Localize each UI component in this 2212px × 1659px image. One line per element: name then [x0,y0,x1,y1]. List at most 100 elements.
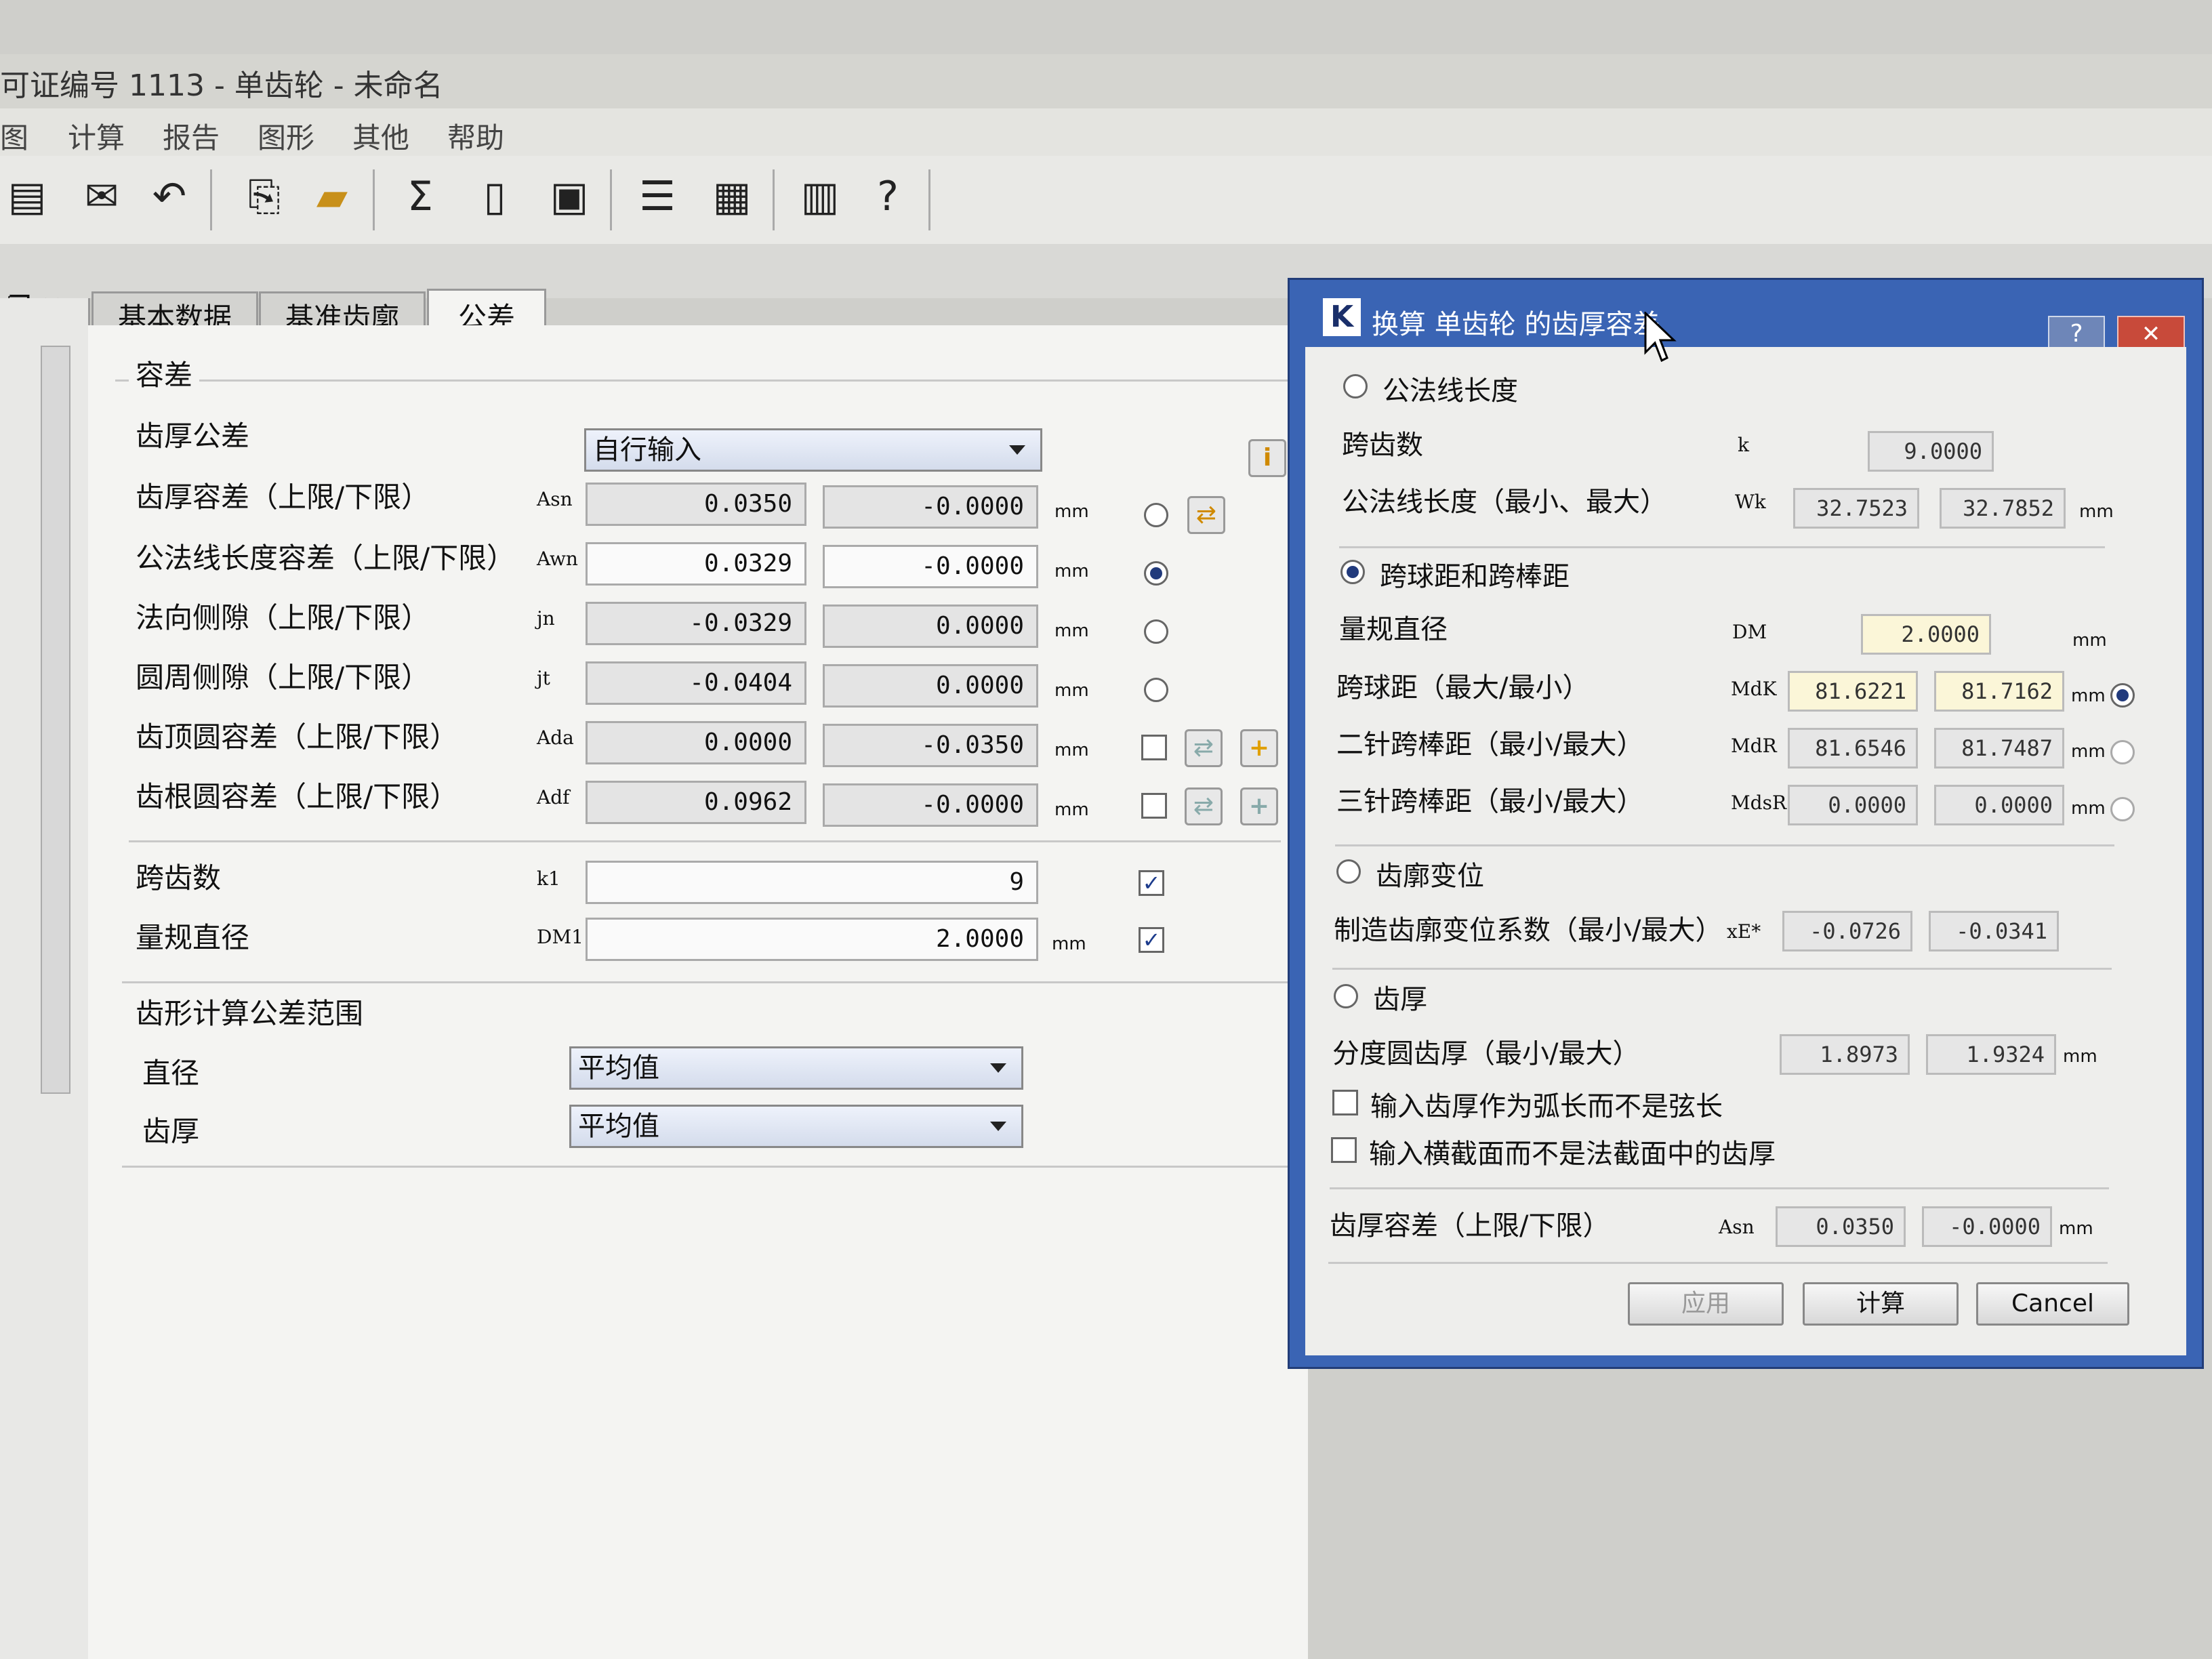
row-upper-value[interactable]: 0.0962 [586,781,806,824]
section-radio[interactable] [1334,984,1358,1008]
mdr2-min-value[interactable]: 81.6546 [1788,728,1918,769]
menu-item-help[interactable]: 帮助 [447,115,504,157]
calculator-icon[interactable]: ▦ [705,166,759,227]
section-radio[interactable] [1336,859,1361,884]
arc-length-checkbox[interactable] [1332,1090,1358,1115]
database-icon[interactable]: ☰ [630,166,684,227]
row-checkbox[interactable] [1141,793,1167,819]
left-pane-scrollbar[interactable] [41,346,70,1094]
s-max-value[interactable]: 1.9324 [1926,1034,2056,1075]
xe-min-value[interactable]: -0.0726 [1782,911,1912,951]
book-icon[interactable]: ▥ [793,166,847,227]
mdr3-radio[interactable] [2110,797,2135,821]
dm-value[interactable]: 2.0000 [1861,614,1991,655]
row-upper-value[interactable]: 0.0000 [586,721,806,764]
undo-icon[interactable]: ↶ [142,166,197,227]
row-upper-value[interactable]: 0.0329 [586,542,806,586]
cancel-button[interactable]: Cancel [1976,1282,2129,1326]
menu-item-calc[interactable]: 计算 [68,115,125,157]
span-teeth-input[interactable]: 9 [586,861,1038,904]
wk-symbol: Wk [1735,491,1766,513]
tol-upper-value[interactable]: 0.0350 [1776,1206,1906,1247]
mdr2-max-value[interactable]: 81.7487 [1934,728,2064,769]
open-folder-icon[interactable]: ▰ [305,166,359,227]
info-icon[interactable]: i [1248,439,1286,477]
plus-icon[interactable]: + [1240,729,1278,767]
help-pointer-icon[interactable]: ? [861,166,915,227]
menu-item-report[interactable]: 报告 [163,115,220,157]
ball-diameter-checkbox[interactable]: ✓ [1139,927,1164,953]
mail-icon[interactable]: ✉ [75,166,129,227]
wk-min-value[interactable]: 32.7523 [1793,488,1919,529]
divider [1335,844,2114,846]
print-preview-icon[interactable]: ▣ [542,166,596,227]
mdr3-label: 三针跨棒距（最小/最大） [1336,786,1644,817]
thickness-label: 齿厚 [142,1115,200,1148]
span-teeth-symbol: k1 [537,867,560,890]
mdr2-radio[interactable] [2110,740,2135,764]
mdr3-min-value[interactable]: 0.0000 [1788,785,1918,825]
row-upper-value[interactable]: -0.0404 [586,661,806,705]
row-label: 圆周侧隙（上限/下限） [136,661,430,694]
save-icon[interactable]: ▤ [0,166,54,227]
row-unit: mm [1054,561,1089,581]
menu-item-other[interactable]: 其他 [352,115,409,157]
row-radio[interactable] [1144,619,1168,644]
row-checkbox[interactable] [1141,735,1167,760]
xe-max-value[interactable]: -0.0341 [1929,911,2059,951]
row-lower-value[interactable]: 0.0000 [823,605,1038,648]
form-calc-group-title: 齿形计算公差范围 [136,997,364,1030]
swap-arrows-icon[interactable]: ⇄ [1185,787,1223,825]
diameter-value: 平均值 [578,1052,659,1084]
row-lower-value[interactable]: 0.0000 [823,664,1038,708]
teeth-label: 跨齿数 [1342,430,1423,461]
mdr2-label: 二针跨棒距（最小/最大） [1336,729,1644,760]
s-min-value[interactable]: 1.8973 [1780,1034,1910,1075]
span-teeth-checkbox[interactable]: ✓ [1139,870,1164,896]
plus-icon[interactable]: + [1240,787,1278,825]
row-symbol: jn [537,607,555,630]
document-icon[interactable]: ▯ [468,166,522,227]
wk-max-value[interactable]: 32.7852 [1940,488,2066,529]
mdk-radio-selected[interactable] [2110,683,2135,708]
toolbar-separator [610,169,612,230]
tooth-thickness-tol-select[interactable]: 自行输入 [584,428,1042,472]
row-radio-selected[interactable] [1144,561,1168,586]
import-icon[interactable]: ⎘ [237,166,291,227]
row-upper-value[interactable]: -0.0329 [586,602,806,645]
menu-item-graphics[interactable]: 图形 [258,115,314,157]
s-label: 分度圆齿厚（最小/最大） [1332,1038,1640,1069]
menu-item-view[interactable]: 图 [0,115,28,157]
diameter-select[interactable]: 平均值 [569,1046,1023,1090]
teeth-value[interactable]: 9.0000 [1868,431,1994,472]
mdr3-max-value[interactable]: 0.0000 [1934,785,2064,825]
calculate-button[interactable]: 计算 [1803,1282,1959,1326]
mdk-label: 跨球距（最大/最小） [1336,672,1590,703]
thickness-select[interactable]: 平均值 [569,1105,1023,1148]
section-radio-selected[interactable] [1340,560,1365,584]
mdr2-symbol: MdR [1731,735,1777,757]
row-lower-value[interactable]: -0.0000 [823,485,1038,529]
row-radio[interactable] [1144,678,1168,702]
section-radio[interactable] [1343,374,1368,398]
row-upper-value[interactable]: 0.0350 [586,483,806,526]
row-lower-value[interactable]: -0.0000 [823,545,1038,588]
swap-arrows-icon[interactable]: ⇄ [1187,496,1225,534]
tol-lower-value[interactable]: -0.0000 [1922,1206,2052,1247]
toolbar-separator [210,169,212,230]
tol-symbol: Asn [1719,1216,1755,1238]
mdk-min-value[interactable]: 81.6221 [1788,671,1918,712]
row-lower-value[interactable]: -0.0350 [823,724,1038,767]
ball-diameter-label: 量规直径 [136,921,250,954]
apply-button[interactable]: 应用 [1628,1282,1784,1326]
transverse-checkbox[interactable] [1331,1137,1357,1163]
row-radio[interactable] [1144,503,1168,527]
divider [1332,968,2112,970]
mdk-max-value[interactable]: 81.7162 [1934,671,2064,712]
row-lower-value[interactable]: -0.0000 [823,783,1038,827]
swap-arrows-icon[interactable]: ⇄ [1185,729,1223,767]
section-title-thickness: 齿厚 [1373,984,1427,1015]
chevron-down-icon [990,1063,1006,1073]
sigma-icon[interactable]: Σ [393,166,447,227]
ball-diameter-input[interactable]: 2.0000 [586,918,1038,961]
